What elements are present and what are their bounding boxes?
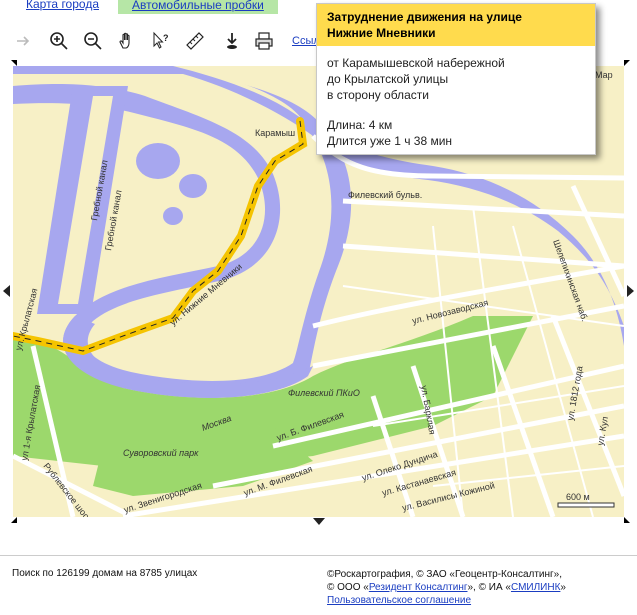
popup-duration: Длится уже 1 ч 38 мин [327, 134, 453, 148]
popup-title: Затруднение движения на улице [327, 10, 522, 24]
corner-marker [624, 60, 636, 66]
forward-icon[interactable] [12, 30, 34, 52]
copyright-text: », © ИА « [467, 582, 511, 593]
scale-bar [557, 502, 615, 508]
popup-body: от Карамышевской набережной до Крылатско… [317, 46, 595, 149]
footer-divider [0, 555, 637, 556]
label-mar: Мар [595, 70, 613, 80]
tab-traffic[interactable]: Автомобильные пробки [118, 0, 278, 14]
print-icon[interactable] [253, 30, 275, 52]
popup-length: Длина: 4 км [327, 118, 393, 132]
traffic-info-popup: Затруднение движения на улице Нижние Мне… [316, 3, 596, 155]
label-filevsky-blvd: Филевский бульв. [348, 190, 422, 200]
lake [136, 143, 180, 179]
popup-title: Нижние Мневники [327, 26, 436, 40]
copyright-text: » [560, 582, 566, 593]
info-cursor-icon[interactable]: ? [150, 30, 172, 52]
copyright-line-2: © ООО «Резидент Консалтинг», © ИА «СМИЛИ… [327, 581, 566, 594]
scale-label: 600 м [566, 492, 590, 502]
copyright-line-1: ©Роскартография, © ЗАО «Геоцентр-Консалт… [327, 569, 563, 580]
label-suvorovsky-park: Суворовский парк [123, 448, 199, 458]
popup-to: до Крылатской улицы [327, 72, 449, 86]
label-karam: Карамыш [255, 128, 295, 138]
download-icon[interactable] [221, 30, 243, 52]
hand-icon[interactable] [116, 30, 138, 52]
tab-city-map[interactable]: Карта города [26, 0, 99, 11]
copyright-text: © ООО « [327, 582, 369, 593]
popup-header: Затруднение движения на улице Нижние Мне… [317, 4, 595, 46]
pan-east-arrow[interactable] [627, 285, 634, 297]
pan-west-arrow[interactable] [3, 285, 10, 297]
popup-direction: в сторону области [327, 88, 429, 102]
svg-text:?: ? [163, 33, 169, 43]
lake [163, 207, 183, 225]
pan-south-arrow[interactable] [313, 518, 325, 525]
label-filevsky-park: Филевский ПКиО [288, 388, 360, 398]
user-agreement-link[interactable]: Пользовательское соглашение [327, 595, 471, 606]
popup-from: от Карамышевской набережной [327, 56, 505, 70]
zoom-out-icon[interactable] [82, 30, 104, 52]
smilink-link[interactable]: СМИЛИНК [511, 582, 560, 593]
corner-marker [624, 517, 636, 523]
search-stats: Поиск по 126199 домам на 8785 улицах [12, 568, 198, 579]
ruler-icon[interactable] [184, 30, 206, 52]
corner-marker [5, 517, 17, 523]
lake [179, 174, 207, 198]
zoom-in-icon[interactable] [48, 30, 70, 52]
copyright-block: ©Роскартография, © ЗАО «Геоцентр-Консалт… [327, 568, 566, 607]
rezident-consulting-link[interactable]: Резидент Консалтинг [369, 582, 468, 593]
